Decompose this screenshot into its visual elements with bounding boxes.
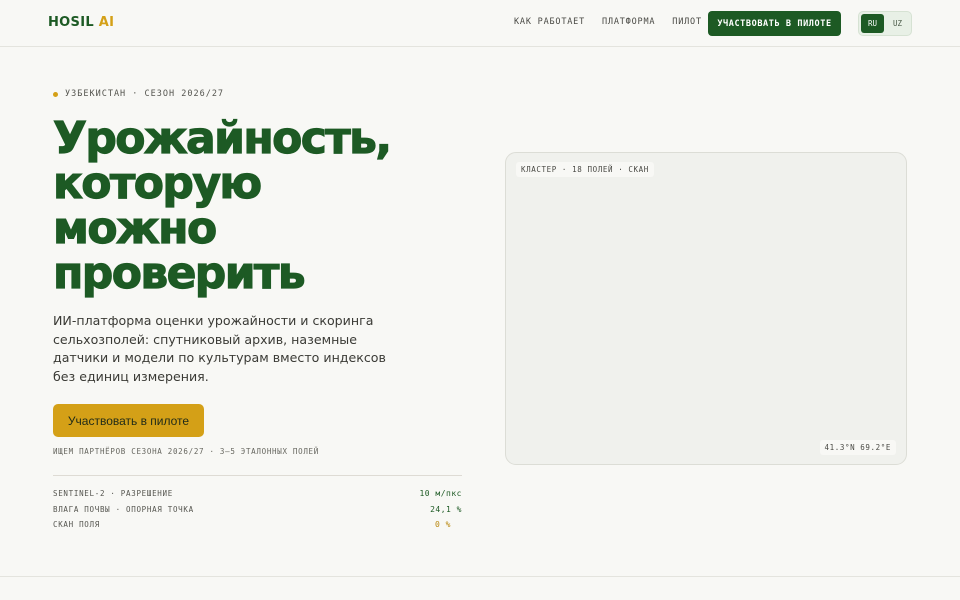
eyebrow: УЗБЕКИСТАН · СЕЗОН 2026/27 <box>53 89 224 99</box>
header-pilot-button[interactable]: УЧАСТВОВАТЬ В ПИЛОТЕ <box>708 11 841 36</box>
section-divider <box>0 576 960 577</box>
stats-list: SENTINEL-2 · РАЗРЕШЕНИЕ 10 м/пкс ВЛАГА П… <box>53 486 462 533</box>
hero-headline: Урожайность, которую можно проверить <box>52 113 473 299</box>
logo-ai-text: AI <box>98 15 115 30</box>
lang-ru-button[interactable]: RU <box>861 14 884 33</box>
nav-link-how-it-works[interactable]: КАК РАБОТАЕТ <box>514 17 585 27</box>
nav-link-pilot[interactable]: ПИЛОТ <box>672 17 702 27</box>
logo-text: HOSIL <box>48 15 94 30</box>
main-nav: КАК РАБОТАЕТ ПЛАТФОРМА ПИЛОТ <box>514 17 702 27</box>
stat-label: ВЛАГА ПОЧВЫ · ОПОРНАЯ ТОЧКА <box>53 504 194 514</box>
stat-label: СКАН ПОЛЯ <box>53 520 100 530</box>
hero-pilot-button[interactable]: Участвовать в пилоте <box>53 404 204 437</box>
lang-uz-button[interactable]: UZ <box>886 14 909 33</box>
headline-line: которую <box>52 158 262 209</box>
stat-row: ВЛАГА ПОЧВЫ · ОПОРНАЯ ТОЧКА 24,1 % <box>53 502 462 518</box>
partners-note: ИЩЕМ ПАРТНЁРОВ СЕЗОНА 2026/27 · 3–5 ЭТАЛ… <box>53 447 319 456</box>
stat-label: SENTINEL-2 · РАЗРЕШЕНИЕ <box>53 489 173 499</box>
stat-row: SENTINEL-2 · РАЗРЕШЕНИЕ 10 м/пкс <box>53 486 462 502</box>
status-dot-icon <box>53 91 58 97</box>
field-scan-panel: КЛАСТЕР · 18 ПОЛЕЙ · СКАН 41.3°N 69.2°E <box>505 152 907 465</box>
headline-line: Урожайность, <box>52 113 392 164</box>
eyebrow-text: УЗБЕКИСТАН · СЕЗОН 2026/27 <box>65 89 225 99</box>
stat-value: 24,1 % <box>430 504 462 514</box>
cluster-tag: КЛАСТЕР · 18 ПОЛЕЙ · СКАН <box>516 162 654 177</box>
headline-line: можно <box>52 203 217 254</box>
logo[interactable]: HOSIL AI <box>48 15 114 30</box>
nav-link-platform[interactable]: ПЛАТФОРМА <box>602 17 655 27</box>
stat-value: 10 м/пкс <box>419 489 462 499</box>
headline-line: проверить <box>52 248 306 299</box>
language-switcher: RU UZ <box>858 11 912 36</box>
hero-lead: ИИ-платформа оценки урожайности и скорин… <box>53 313 386 384</box>
site-header: HOSIL AI КАК РАБОТАЕТ ПЛАТФОРМА ПИЛОТ УЧ… <box>0 0 960 47</box>
stat-row: СКАН ПОЛЯ 0 % <box>53 517 462 533</box>
stat-value: 0 % <box>435 520 451 530</box>
coordinates-tag: 41.3°N 69.2°E <box>819 440 896 455</box>
stats-divider <box>53 475 462 476</box>
